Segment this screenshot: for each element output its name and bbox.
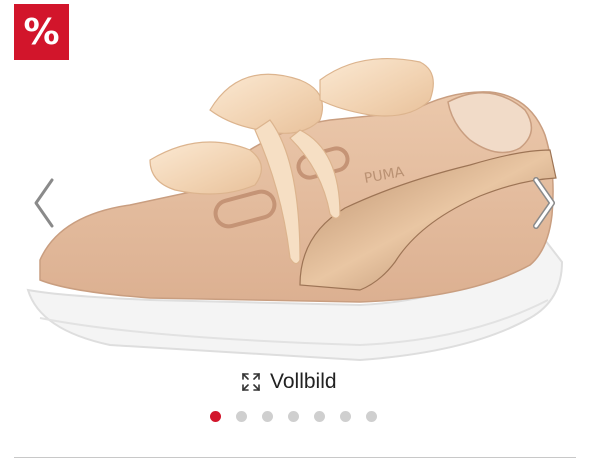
pagination-dot[interactable] [262, 411, 273, 422]
pagination-dot[interactable] [314, 411, 325, 422]
divider [14, 457, 576, 458]
pagination-dot[interactable] [210, 411, 221, 422]
pagination-dot[interactable] [236, 411, 247, 422]
pagination-dot[interactable] [288, 411, 299, 422]
pagination-dot[interactable] [366, 411, 377, 422]
fullscreen-label: Vollbild [270, 370, 337, 393]
pagination-dots [210, 411, 377, 422]
pagination-dot[interactable] [340, 411, 351, 422]
chevron-left-icon[interactable] [30, 176, 60, 230]
expand-icon [242, 373, 260, 391]
product-image[interactable]: PUMA [0, 0, 590, 400]
chevron-right-icon[interactable] [528, 176, 558, 230]
fullscreen-button[interactable]: Vollbild [231, 363, 351, 401]
